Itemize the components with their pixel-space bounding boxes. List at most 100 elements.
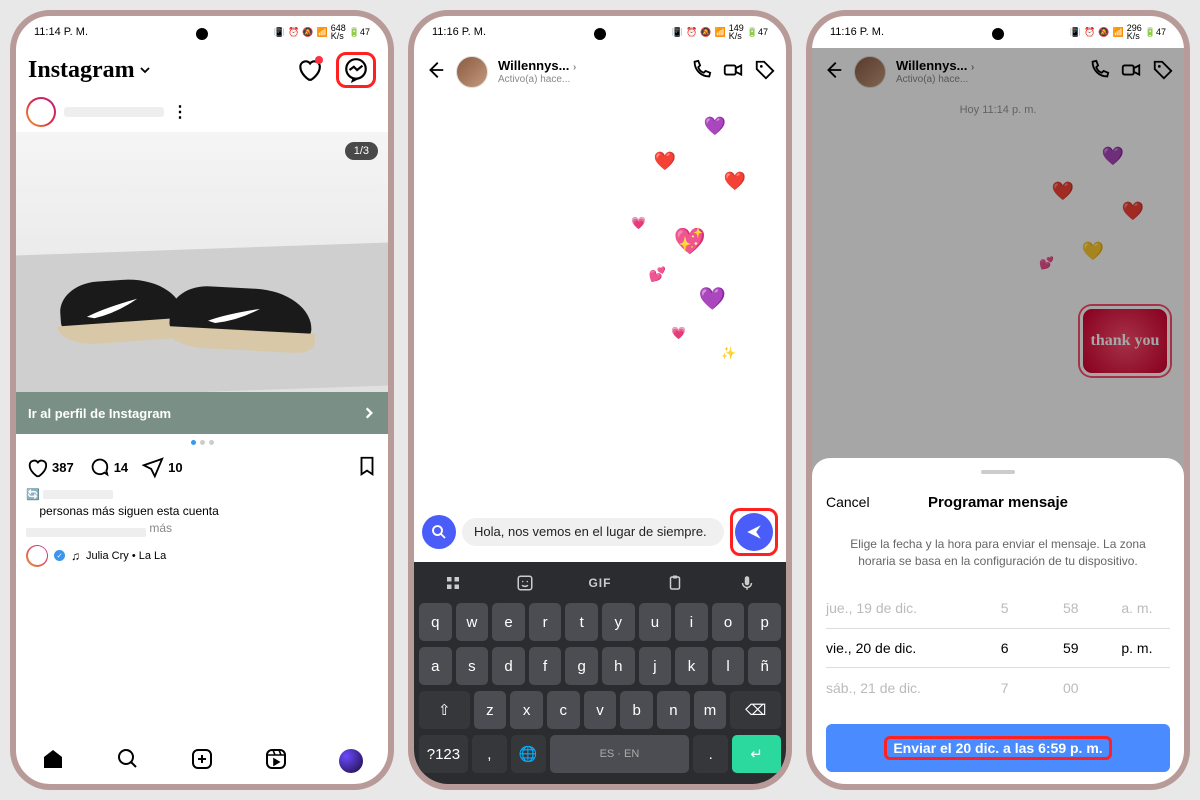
key-v[interactable]: v xyxy=(584,691,617,729)
music-attribution[interactable]: ✓ ♫ Julia Cry • La La xyxy=(16,539,388,573)
key-l[interactable]: l xyxy=(712,647,745,685)
phone-1-instagram-feed: 11:14 P. M. 📳⏰🔕📶 648K/s 🔋47 Instagram xyxy=(10,10,394,790)
audio-call-button[interactable] xyxy=(690,59,712,86)
key-u[interactable]: u xyxy=(639,603,672,641)
key-y[interactable]: y xyxy=(602,603,635,641)
key-i[interactable]: i xyxy=(675,603,708,641)
key-period[interactable]: . xyxy=(693,735,728,773)
home-icon xyxy=(41,747,65,771)
arrow-left-icon xyxy=(424,59,446,81)
bottom-nav xyxy=(16,738,388,784)
key-enter[interactable]: ↵ xyxy=(732,735,781,773)
activity-button[interactable] xyxy=(296,57,322,83)
post-avatar[interactable] xyxy=(26,97,56,127)
key-o[interactable]: o xyxy=(712,603,745,641)
music-label: Julia Cry • La La xyxy=(86,550,166,562)
sheet-handle[interactable] xyxy=(981,470,1015,474)
swoosh-icon xyxy=(83,297,140,323)
plus-square-icon xyxy=(190,747,214,771)
datetime-picker[interactable]: jue., 19 de dic. 5 58 a. m. vie., 20 de … xyxy=(826,588,1170,708)
schedule-send-button[interactable]: Enviar el 20 dic. a las 6:59 p. m. xyxy=(826,724,1170,772)
key-w[interactable]: w xyxy=(456,603,489,641)
direct-messages-button[interactable] xyxy=(343,57,369,83)
picker-row-next[interactable]: sáb., 21 de dic. 7 00 xyxy=(826,668,1170,708)
grid-icon[interactable] xyxy=(444,574,462,592)
key-shift[interactable]: ⇧ xyxy=(419,691,470,729)
nav-reels[interactable] xyxy=(264,747,288,776)
share-button[interactable]: 10 xyxy=(142,457,182,479)
key-n[interactable]: n xyxy=(657,691,690,729)
key-s[interactable]: s xyxy=(456,647,489,685)
post-image-carousel[interactable]: 1/3 xyxy=(16,132,388,392)
caption: 🔄 aapersonas más siguen esta cuenta más xyxy=(16,484,388,539)
key-f[interactable]: f xyxy=(529,647,562,685)
heart-icon xyxy=(26,457,48,479)
key-symbols[interactable]: ?123 xyxy=(419,735,468,773)
like-button[interactable]: 387 xyxy=(26,457,74,479)
chat-avatar[interactable] xyxy=(456,56,488,88)
profile-cta-banner[interactable]: Ir al perfil de Instagram xyxy=(16,392,388,434)
key-j[interactable]: j xyxy=(639,647,672,685)
more-link[interactable]: más xyxy=(149,521,172,535)
key-g[interactable]: g xyxy=(565,647,598,685)
back-button[interactable] xyxy=(424,59,446,86)
key-ñ[interactable]: ñ xyxy=(748,647,781,685)
clock: 11:16 P. M. xyxy=(830,26,884,38)
picker-row-selected[interactable]: vie., 20 de dic. 6 59 p. m. xyxy=(826,628,1170,668)
key-t[interactable]: t xyxy=(565,603,598,641)
key-e[interactable]: e xyxy=(492,603,525,641)
chevron-right-icon xyxy=(362,406,376,420)
key-a[interactable]: a xyxy=(419,647,452,685)
keyboard[interactable]: GIF qwertyuiop asdfghjklñ ⇧zxcvbnm⌫ ?123… xyxy=(414,562,786,784)
sheet-title: Programar mensaje xyxy=(826,494,1170,511)
key-comma[interactable]: , xyxy=(472,735,507,773)
instagram-logo[interactable]: Instagram xyxy=(28,57,151,84)
clipboard-icon[interactable] xyxy=(666,574,684,592)
chat-messages[interactable]: 💜 ❤️ ❤️ 💗 💖 💕 💜 💗 ✨ xyxy=(414,96,786,502)
status-icons: 📳⏰🔕📶 648K/s 🔋47 xyxy=(274,24,370,40)
comment-button[interactable]: 14 xyxy=(88,457,128,479)
send-icon xyxy=(745,523,763,541)
message-composer: Hola, nos vemos en el lugar de siempre. xyxy=(414,502,786,562)
key-z[interactable]: z xyxy=(474,691,507,729)
chat-title[interactable]: Willennys... › Activo(a) hace... xyxy=(498,59,680,84)
sticker-icon[interactable] xyxy=(516,574,534,592)
nav-search[interactable] xyxy=(116,747,140,776)
send-button[interactable] xyxy=(735,513,773,551)
key-c[interactable]: c xyxy=(547,691,580,729)
key-lang[interactable]: 🌐 xyxy=(511,735,546,773)
gif-button[interactable]: GIF xyxy=(588,576,611,590)
tag-button[interactable] xyxy=(754,59,776,86)
picker-row-prev[interactable]: jue., 19 de dic. 5 58 a. m. xyxy=(826,588,1170,628)
key-x[interactable]: x xyxy=(510,691,543,729)
music-avatar xyxy=(26,545,48,567)
instagram-header: Instagram xyxy=(16,48,388,92)
search-button[interactable] xyxy=(422,515,456,549)
key-m[interactable]: m xyxy=(694,691,727,729)
key-backspace[interactable]: ⌫ xyxy=(730,691,781,729)
clock: 11:16 P. M. xyxy=(432,26,486,38)
key-h[interactable]: h xyxy=(602,647,635,685)
key-r[interactable]: r xyxy=(529,603,562,641)
key-p[interactable]: p xyxy=(748,603,781,641)
swoosh-icon xyxy=(205,304,262,329)
nav-profile[interactable] xyxy=(339,749,363,773)
nav-home[interactable] xyxy=(41,747,65,776)
post-header[interactable]: ⋮ xyxy=(16,92,388,132)
key-space[interactable]: ES · EN xyxy=(550,735,690,773)
status-icons: 📳⏰🔕📶 296K/s 🔋47 xyxy=(1070,24,1166,40)
cancel-button[interactable]: Cancel xyxy=(826,494,870,510)
clock: 11:14 P. M. xyxy=(34,26,88,38)
chat-header: Willennys... › Activo(a) hace... xyxy=(414,48,786,96)
sheet-description: Elige la fecha y la hora para enviar el … xyxy=(826,522,1170,588)
post-menu-button[interactable]: ⋮ xyxy=(172,102,188,122)
mic-icon[interactable] xyxy=(738,574,756,592)
message-input[interactable]: Hola, nos vemos en el lugar de siempre. xyxy=(462,518,724,547)
nav-create[interactable] xyxy=(190,747,214,776)
key-d[interactable]: d xyxy=(492,647,525,685)
key-b[interactable]: b xyxy=(620,691,653,729)
key-q[interactable]: q xyxy=(419,603,452,641)
video-call-button[interactable] xyxy=(722,59,744,86)
save-button[interactable] xyxy=(356,455,378,480)
key-k[interactable]: k xyxy=(675,647,708,685)
